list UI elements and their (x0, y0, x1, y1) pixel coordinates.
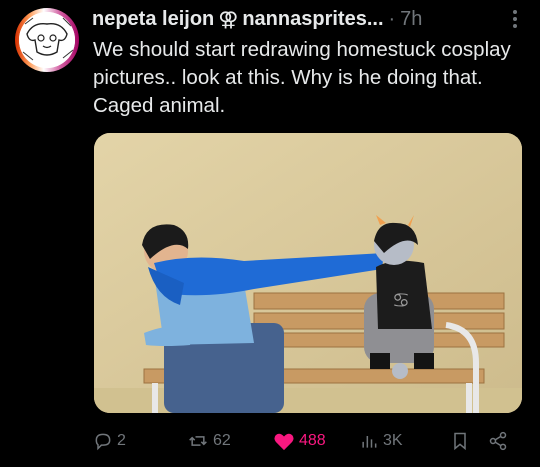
share-button[interactable] (487, 428, 509, 454)
post-text: We should start redrawing homestuck cosp… (93, 38, 511, 117)
avatar-image (19, 12, 75, 68)
views-count: 3K (383, 432, 403, 449)
avatar-drawing (19, 12, 75, 68)
post-time[interactable]: 7h (400, 8, 422, 31)
reply-button[interactable]: 2 (93, 428, 126, 454)
like-button[interactable]: 488 (273, 428, 326, 454)
repost-icon (189, 436, 207, 446)
author-name[interactable]: nepeta leijon (92, 8, 214, 31)
heart-filled-icon (274, 433, 294, 451)
bookmark-button[interactable] (451, 428, 469, 454)
views-button[interactable]: 3K (359, 428, 403, 454)
author-handle[interactable]: nannasprites... (242, 8, 383, 31)
bookmark-icon (454, 432, 466, 451)
avatar[interactable] (15, 8, 79, 72)
repost-button[interactable]: 62 (187, 428, 231, 454)
share-icon (489, 431, 507, 451)
more-options-icon[interactable] (512, 10, 518, 30)
svg-text:♋: ♋ (392, 288, 410, 312)
post-header: nepeta leijon ⚢ nannasprites... · 7h (92, 6, 520, 32)
reply-icon (95, 433, 111, 451)
repost-count: 62 (213, 432, 231, 449)
views-icon (362, 436, 377, 448)
post-image[interactable]: ♋ (94, 133, 522, 413)
separator-dot: · (388, 7, 396, 30)
cosplay-photo: ♋ (94, 133, 522, 413)
action-bar: 2 62 488 3K (93, 428, 523, 454)
like-count: 488 (299, 432, 326, 449)
reply-count: 2 (117, 432, 126, 449)
lesbian-symbol-icon: ⚢ (218, 8, 239, 31)
